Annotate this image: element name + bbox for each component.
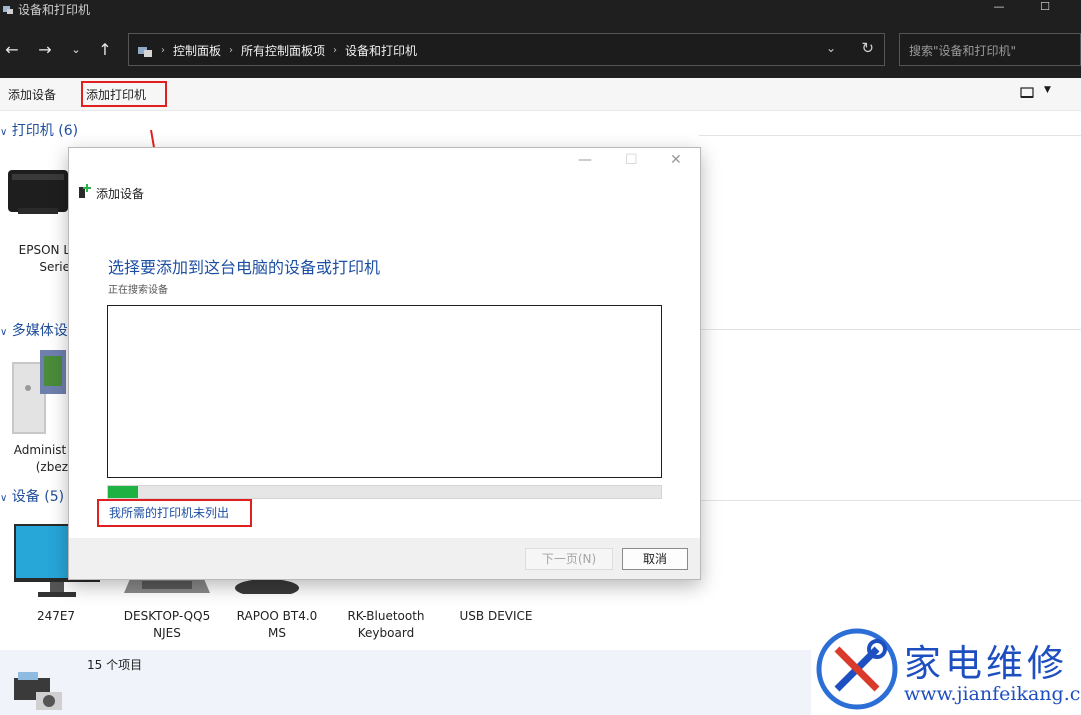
details-pane: 15 个项目 [0,650,811,715]
breadcrumb: › 控制面板 › 所有控制面板项 › 设备和打印机 [137,42,417,59]
navigation-bar: ← → ⌄ ↑ › 控制面板 › 所有控制面板项 › 设备和打印机 ⌄ ↻ 搜索… [0,22,1081,78]
multimedia-section-label: 多媒体设 [11,323,68,339]
control-panel-icon [138,46,152,57]
dialog-close-button[interactable]: ✕ [670,152,682,168]
watermark-title: 家电维修 [904,642,1068,685]
section-divider [699,135,1081,136]
view-dropdown-icon[interactable]: ▼ [1044,85,1051,95]
dialog-heading: 选择要添加到这台电脑的设备或打印机 [108,258,381,277]
repair-tools-logo-icon [816,628,898,710]
printers-section-header[interactable]: ∨ 打印机 (6) [0,120,78,140]
forward-arrow-icon[interactable]: → [33,38,57,62]
device-list[interactable] [107,305,662,478]
minimize-button[interactable]: — [976,0,1022,14]
refresh-icon[interactable]: ↻ [861,39,874,57]
address-bar[interactable]: › 控制面板 › 所有控制面板项 › 设备和打印机 ⌄ ↻ [128,33,885,66]
search-placeholder: 搜索"设备和打印机" [909,44,1017,58]
collapse-chevron-icon: ∨ [0,327,8,338]
up-arrow-icon[interactable]: ↑ [93,38,117,62]
add-device-button[interactable]: 添加设备 [8,86,56,103]
section-divider [699,329,1081,330]
printer-icon[interactable] [6,160,68,222]
searching-status: 正在搜索设备 [108,285,168,296]
device-label[interactable]: RK-Bluetooth Keyboard [336,608,436,642]
item-count: 15 个项目 [87,658,143,672]
collapse-chevron-icon: ∨ [0,493,8,504]
watermark-url: www.jianfeikang.com [904,683,1081,705]
media-server-icon[interactable] [10,348,68,438]
dialog-maximize-button: ☐ [625,152,638,168]
breadcrumb-item[interactable]: 控制面板 [173,42,221,59]
breadcrumb-item[interactable]: 所有控制面板项 [241,42,325,59]
multimedia-section-header[interactable]: ∨ 多媒体设 [0,320,68,340]
devices-printers-icon [14,672,62,710]
highlight-box-printer-not-listed [97,499,252,527]
collapse-chevron-icon: ∨ [0,127,8,138]
devices-section-header[interactable]: ∨ 设备 (5) [0,486,64,506]
highlight-box-add-printer [81,81,167,107]
device-label[interactable]: EPSON L Serie [10,242,70,276]
dialog-title: 添加设备 [96,187,145,201]
device-label[interactable]: DESKTOP-QQ5 NJES [117,608,217,642]
mouse-icon[interactable] [232,578,302,594]
devices-printers-icon [3,6,13,14]
window-title: 设备和打印机 [18,3,91,17]
watermark: 家电维修 www.jianfeikang.com [811,625,1081,715]
search-input[interactable]: 搜索"设备和打印机" [899,33,1081,66]
view-options-icon[interactable] [1020,87,1034,99]
recent-locations-chevron-icon[interactable]: ⌄ [64,38,88,62]
device-label[interactable]: Administ (zbez [12,442,68,476]
section-divider [699,500,1081,501]
title-bar: 设备和打印机 — ☐ [0,0,1081,22]
breadcrumb-separator-icon: › [161,45,165,56]
devices-section-label: 设备 (5) [11,489,65,505]
progress-fill [108,486,139,498]
breadcrumb-item[interactable]: 设备和打印机 [345,42,417,59]
cancel-button[interactable]: 取消 [622,548,688,570]
device-label[interactable]: 247E7 [26,608,86,625]
back-arrow-icon[interactable]: ← [0,38,24,62]
next-button[interactable]: 下一页(N) [525,548,613,570]
dialog-minimize-button[interactable]: — [578,152,592,168]
add-device-icon [79,184,91,198]
dialog-footer: 下一页(N) 取消 [69,538,700,579]
maximize-button[interactable]: ☐ [1022,0,1068,14]
device-label[interactable]: USB DEVICE [446,608,546,625]
search-progress-bar [107,485,662,499]
breadcrumb-separator-icon: › [333,45,338,56]
printers-section-label: 打印机 (6) [11,123,79,139]
address-dropdown-chevron-icon[interactable]: ⌄ [826,41,836,55]
breadcrumb-separator-icon: › [229,45,234,56]
device-label[interactable]: RAPOO BT4.0 MS [227,608,327,642]
